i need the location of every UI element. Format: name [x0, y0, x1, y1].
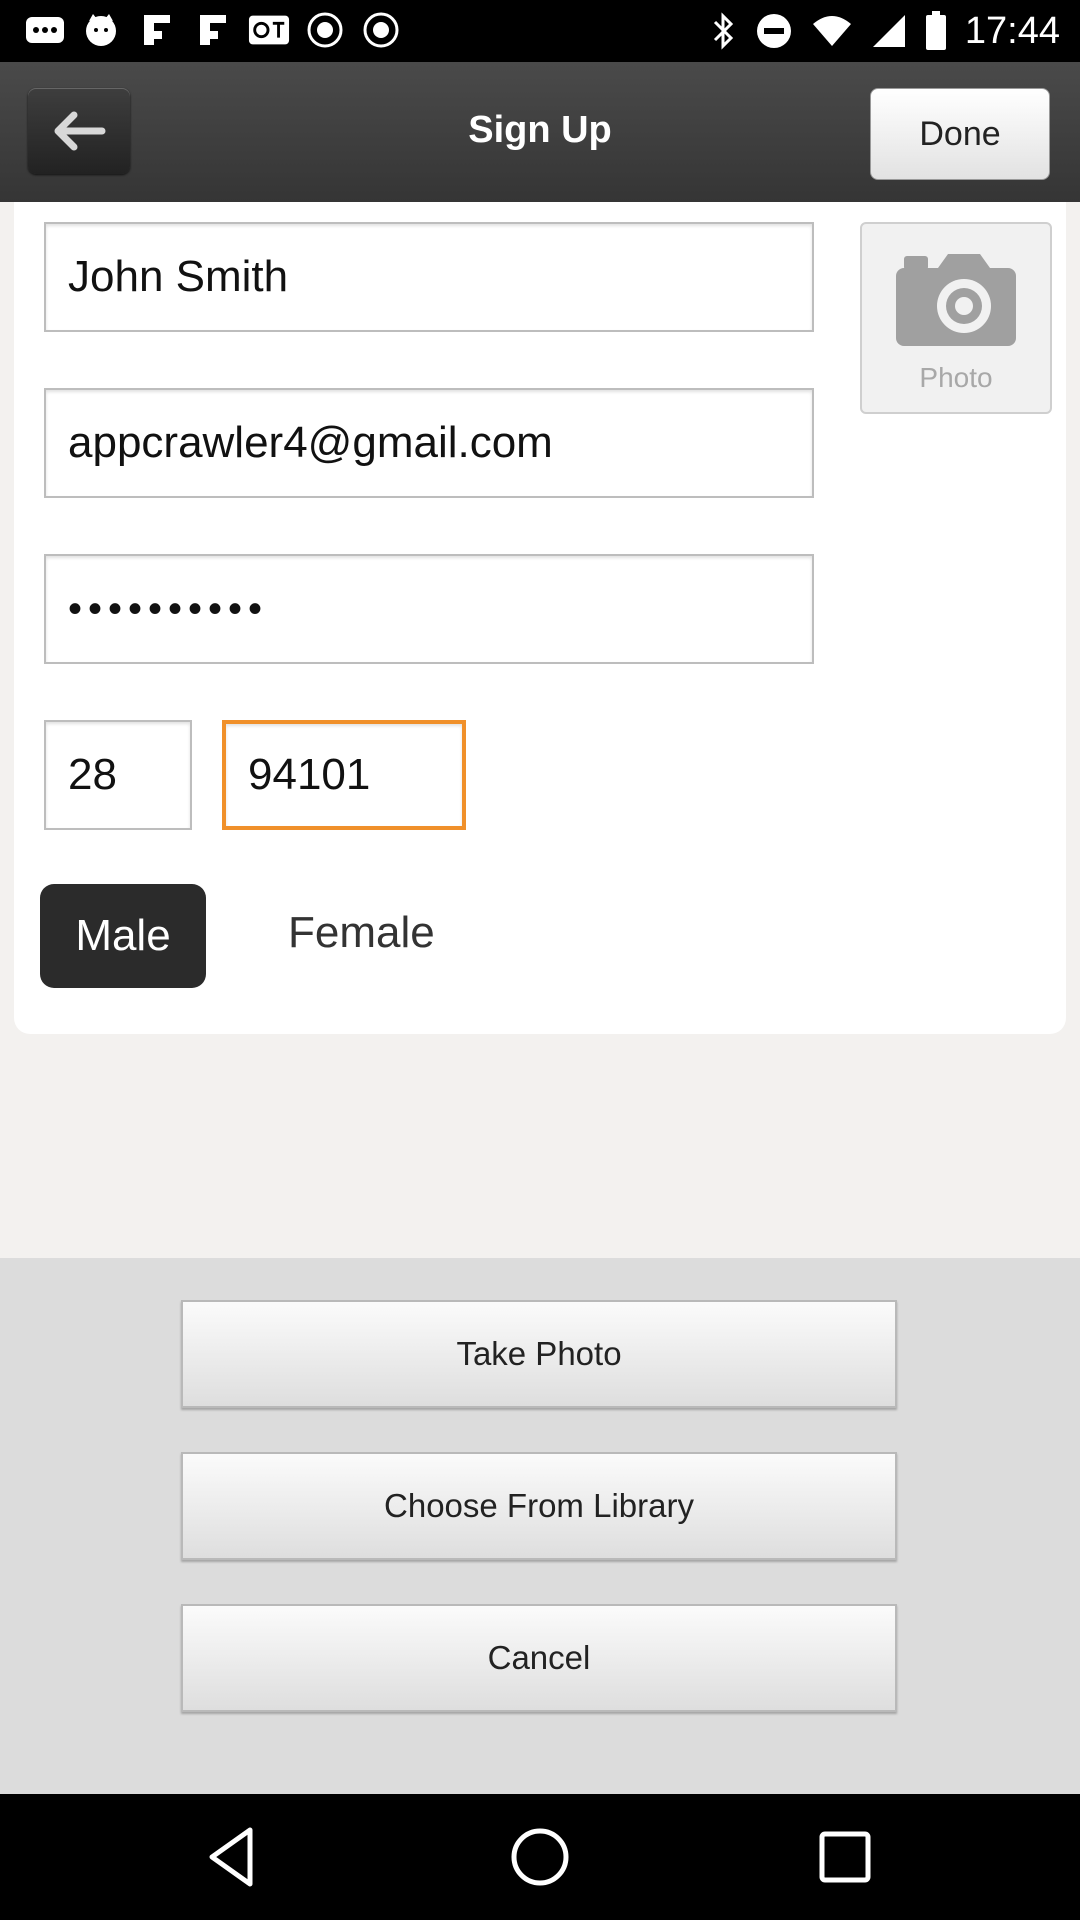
- nav-home-icon[interactable]: [505, 1822, 575, 1892]
- photo-action-sheet: Take Photo Choose From Library Cancel: [0, 1258, 1080, 1794]
- bluetooth-icon: [713, 12, 734, 50]
- qt-icon: [248, 10, 290, 50]
- navigation-bar: [0, 1794, 1080, 1920]
- choose-from-library-button[interactable]: Choose From Library: [181, 1452, 897, 1560]
- photo-label: Photo: [919, 362, 993, 393]
- nav-recents-icon[interactable]: [810, 1822, 880, 1892]
- wifi-icon: [812, 16, 851, 46]
- zip-code-field[interactable]: 94101: [222, 720, 466, 830]
- age-field[interactable]: 28: [44, 720, 192, 830]
- camera-icon: [896, 254, 1016, 346]
- news-icon: [304, 10, 346, 50]
- clock: 17:44: [964, 10, 1060, 52]
- cat-icon: [80, 10, 122, 50]
- app-header: Sign Up Done: [0, 62, 1080, 202]
- dnd-icon: [756, 14, 791, 48]
- signup-form: John Smith appcrawler4@gmail.com •••••••…: [14, 202, 1066, 1034]
- flipboard-icon: [136, 10, 178, 50]
- more-icon: [24, 10, 66, 50]
- battery-icon: [925, 11, 946, 50]
- email-field[interactable]: appcrawler4@gmail.com: [44, 388, 814, 498]
- news-icon: [360, 10, 402, 50]
- gender-male-option[interactable]: Male: [40, 884, 206, 988]
- take-photo-button[interactable]: Take Photo: [181, 1300, 897, 1408]
- status-bar: 17:44: [0, 0, 1080, 62]
- password-field[interactable]: ••••••••••: [44, 554, 814, 664]
- system-icons: 17:44: [711, 8, 1060, 54]
- flipboard-icon: [192, 10, 234, 50]
- cancel-button[interactable]: Cancel: [181, 1604, 897, 1712]
- nav-back-icon[interactable]: [200, 1822, 270, 1892]
- notification-icons: [24, 10, 402, 50]
- done-button[interactable]: Done: [870, 88, 1050, 180]
- signal-icon: [872, 15, 905, 47]
- photo-button[interactable]: Photo: [860, 222, 1052, 414]
- name-field[interactable]: John Smith: [44, 222, 814, 332]
- gender-female-option[interactable]: Female: [288, 908, 435, 958]
